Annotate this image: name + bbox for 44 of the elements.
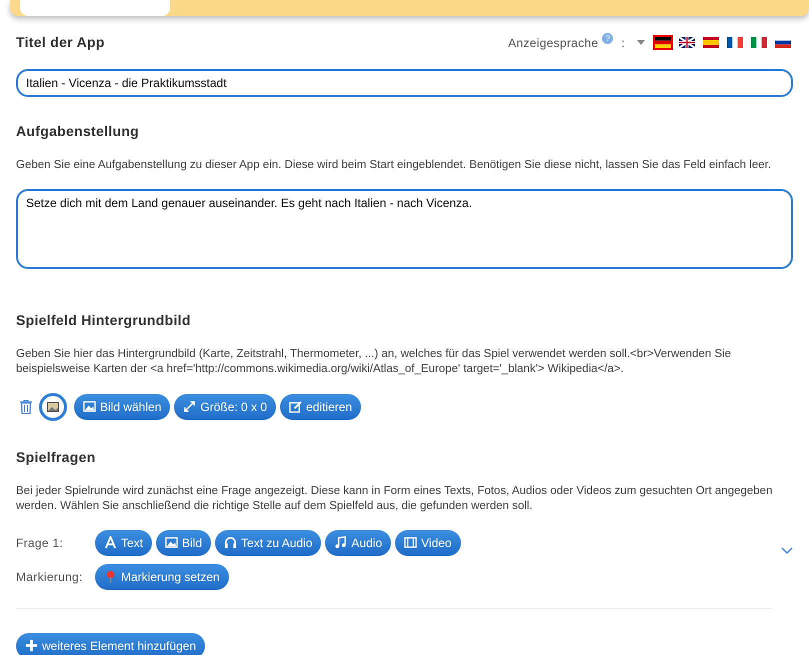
section-heading: Aufgabenstellung (16, 122, 140, 141)
button[interactable]: Bild (156, 530, 212, 556)
trash-icon[interactable] (20, 400, 32, 414)
button[interactable]: Audio (325, 530, 392, 556)
flag-icon[interactable] (653, 35, 673, 50)
flag-icon[interactable] (677, 35, 697, 50)
flag-icon[interactable] (701, 35, 721, 50)
headphones-icon (224, 536, 238, 550)
letter-icon (104, 536, 117, 550)
description-text: Bei jeder Spielrunde wird zunächst eine Frage angezeigt. Diese kann in Form eines Texts, Fotos, Audios oder Videos zum gesuchten Ort angegeben werden. Wählen Sie anschließend die richtige Stelle auf dem Spielfeld aus, die gefunden werden soll. (16, 484, 774, 514)
image-icon (83, 400, 96, 414)
task-text-area[interactable]: Setze dich mit dem Land genauer auseinander. Es geht nach Italien - nach Vicenza. (16, 188, 793, 269)
marker-label: Markierung: (16, 568, 84, 586)
section-heading: Spielfeld Hintergrundbild (16, 310, 192, 330)
button[interactable]: Größe: 0 x 0 (174, 394, 276, 420)
search-field[interactable] (20, 0, 170, 16)
button[interactable]: weiteres Element hinzufügen (16, 632, 206, 655)
image-icon (47, 402, 59, 412)
chevron-down-icon[interactable] (781, 546, 793, 555)
button[interactable]: Text zu Audio (215, 530, 322, 556)
plus-icon (25, 639, 38, 652)
dropdown-caret-icon[interactable] (637, 40, 645, 45)
button[interactable]: Markierung setzen (95, 564, 229, 590)
description-text: Geben Sie eine Aufgabenstellung zu dieser App ein. Diese wird beim Start eingeblendet. Benötigen Sie diese nicht, lassen Sie das Feld einfach leer. (16, 158, 772, 173)
section-heading: Spielfragen (16, 448, 97, 467)
description-text: Geben Sie hier das Hintergrundbild (Karte, Zeitstrahl, Thermometer, ...) an, welches für das Spiel verwendet werden soll.<br>Verwenden Sie beispielsweise Karten der <a href='http://commons.wikimedia.org/wiki/Atlas_of_Europe' target='_blank'> Wikipedia</a>. (16, 346, 732, 377)
music-note-icon (334, 536, 348, 550)
button[interactable]: Bild wählen (74, 394, 170, 420)
title-input-field[interactable]: Italien - Vicenza - die Praktikumsstadt (16, 69, 793, 97)
question-label: Frage 1: (16, 534, 64, 552)
button[interactable]: Text (95, 530, 152, 556)
section-heading: Titel der App (16, 33, 105, 52)
flag-icon[interactable] (725, 35, 745, 50)
colon-text: : (621, 34, 625, 52)
button[interactable]: Video (395, 530, 461, 556)
button[interactable]: editieren (280, 394, 362, 420)
resize-arrows-icon (183, 400, 196, 414)
film-icon (404, 536, 418, 550)
language-label: Anzeigesprache (508, 34, 598, 52)
help-icon[interactable]: ? (602, 33, 614, 44)
pin-icon (104, 570, 117, 584)
image-thumbnail[interactable] (39, 392, 67, 421)
image-icon (165, 536, 178, 550)
edit-icon (289, 400, 302, 414)
